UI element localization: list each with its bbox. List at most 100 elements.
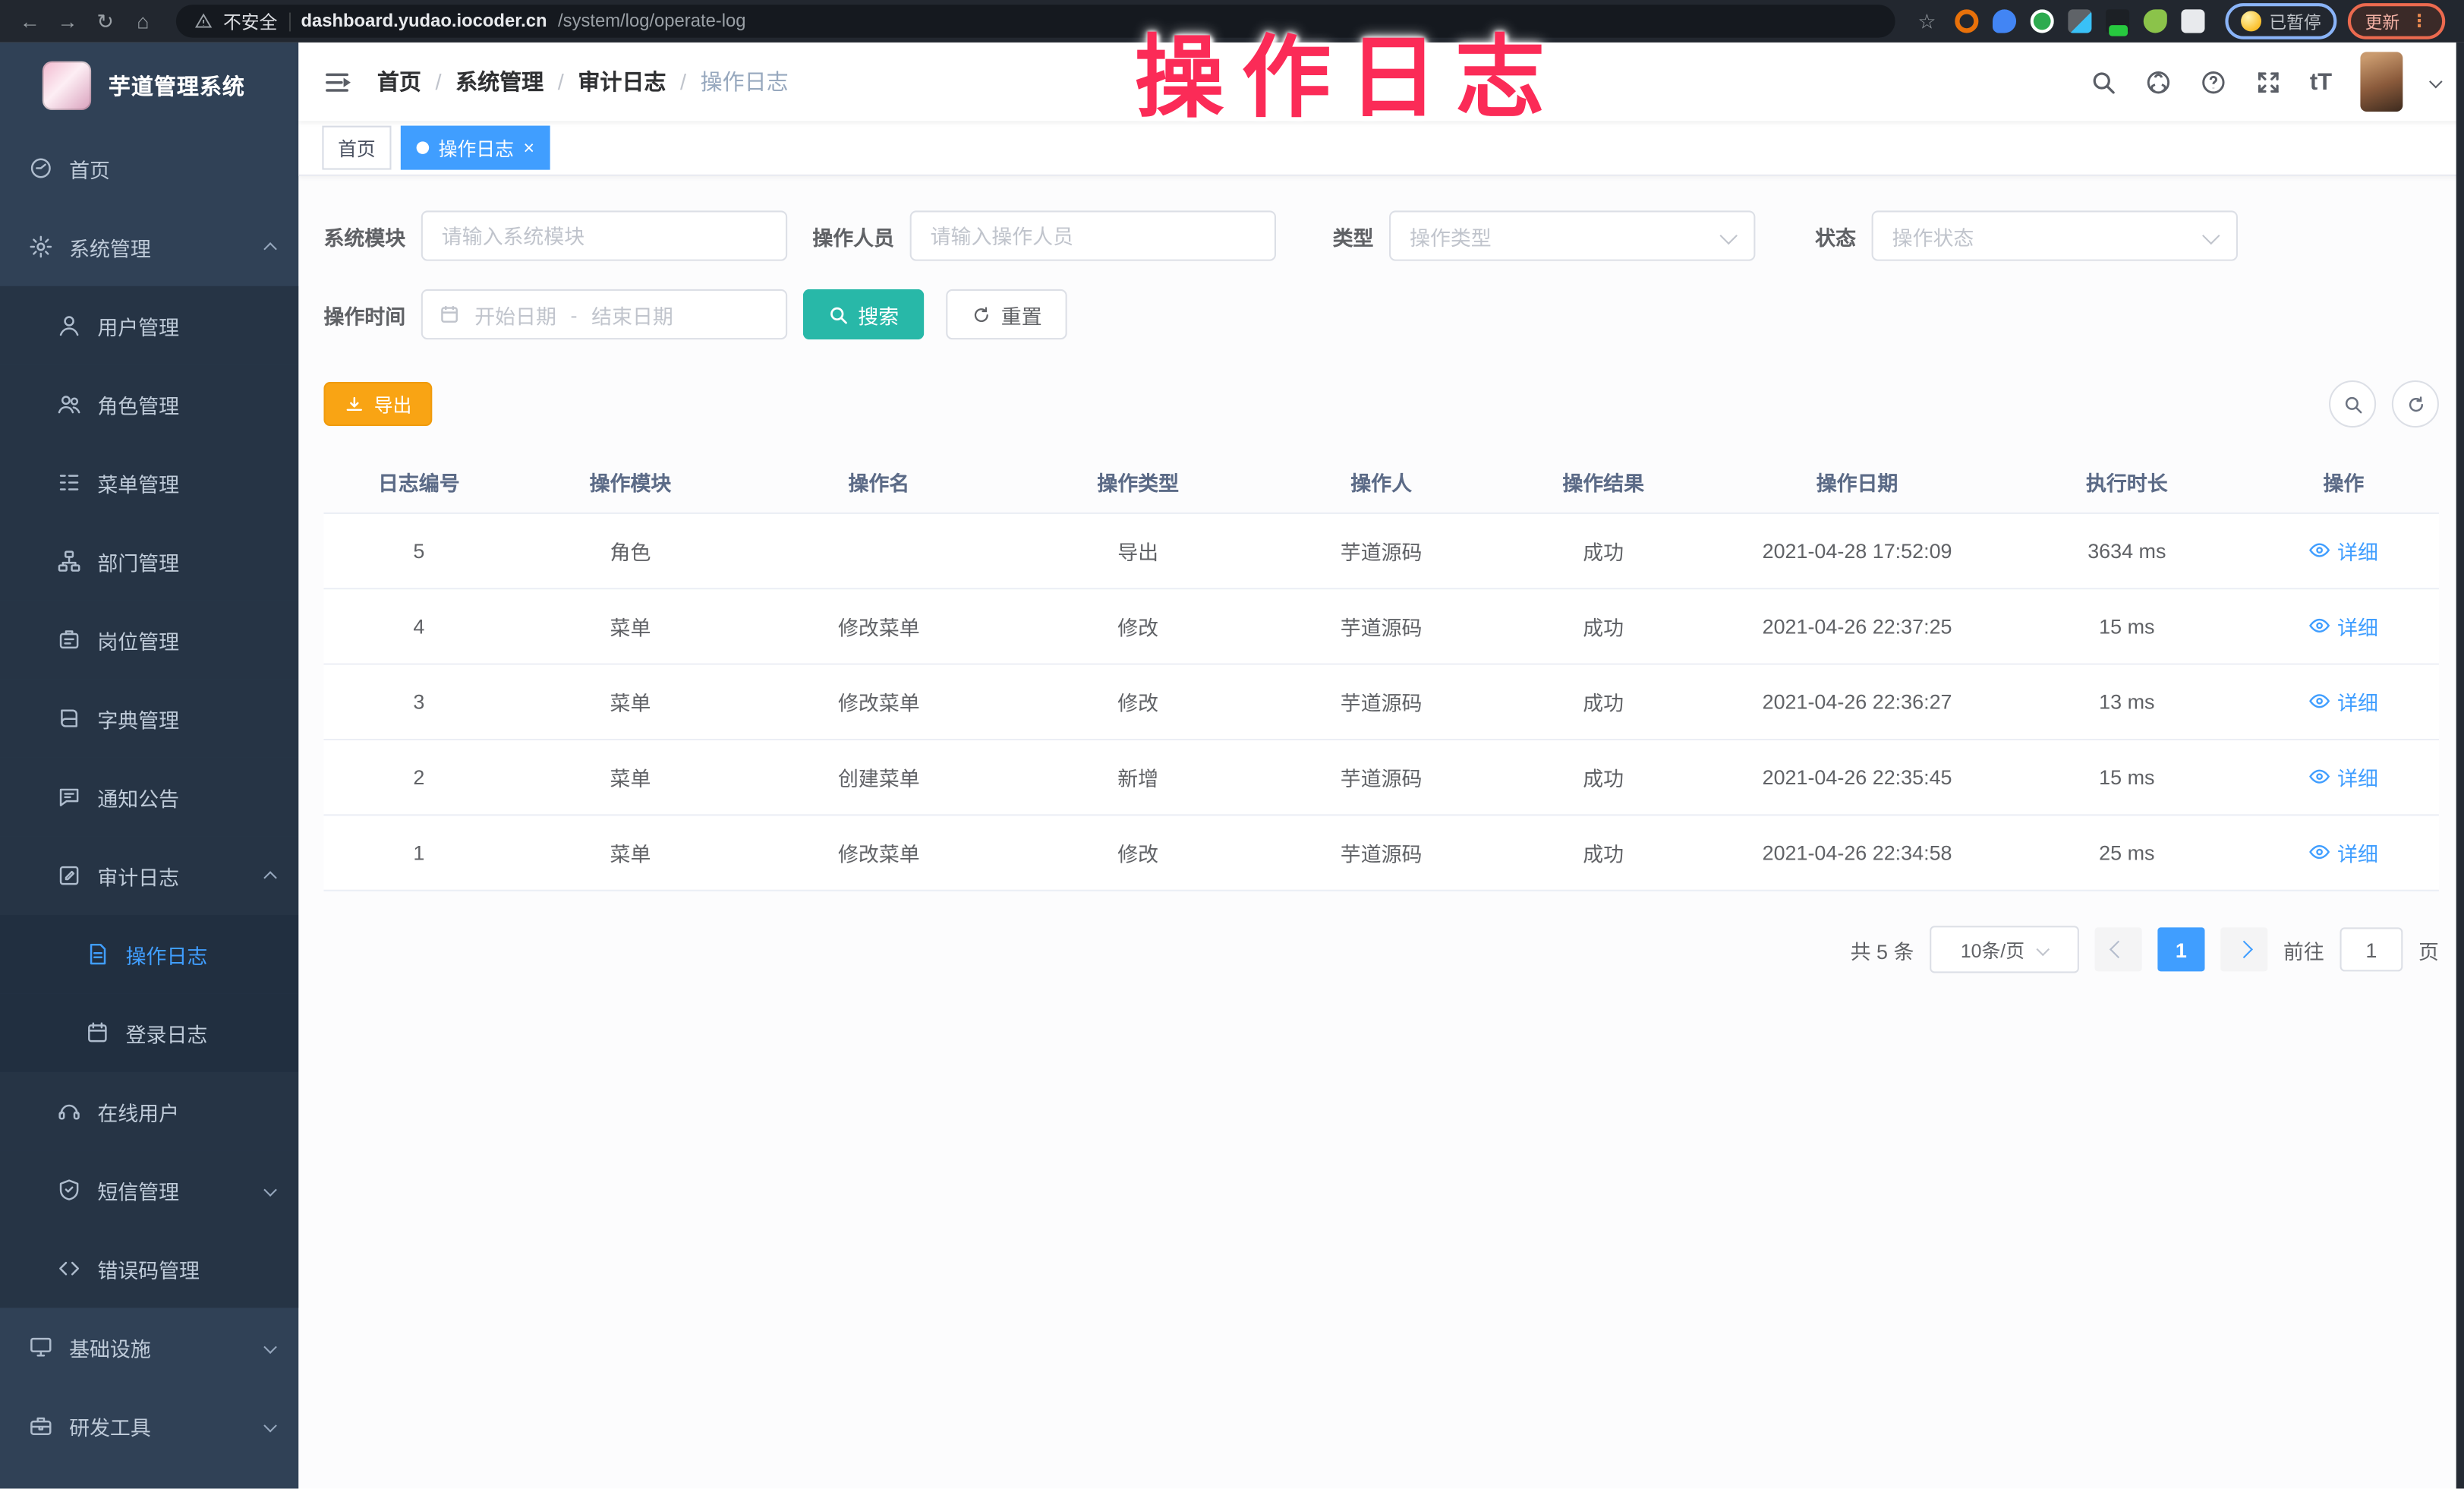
table-cell: 修改菜单 [747, 838, 1011, 867]
sidebar-item-posts[interactable]: 岗位管理 [0, 601, 298, 680]
emoji-avatar-icon [2241, 11, 2261, 31]
table-cell: 成功 [1498, 611, 1709, 641]
sidebar-item-menus[interactable]: 菜单管理 [0, 443, 298, 522]
sidebar-item-system[interactable]: 系统管理 [0, 207, 298, 286]
browser-update-button[interactable]: 更新 ⋮ [2348, 3, 2445, 39]
extension-leaf-icon[interactable] [2144, 9, 2167, 33]
table-cell: 2021-04-28 17:52:09 [1709, 539, 2006, 563]
address-bar[interactable]: 不安全 dashboard.yudao.iocoder.cn /system/l… [176, 5, 1896, 37]
extension-green-icon[interactable] [2031, 9, 2054, 33]
page-size-select[interactable]: 10条/页 [1930, 926, 2079, 973]
table-cell: 15 ms [2006, 614, 2248, 638]
sidebar-item-users[interactable]: 用户管理 [0, 286, 298, 365]
current-page-button[interactable]: 1 [2157, 927, 2204, 971]
browser-reload-icon[interactable]: ↻ [88, 0, 123, 43]
prev-page-button[interactable] [2095, 927, 2142, 971]
sidebar-item-departments[interactable]: 部门管理 [0, 522, 298, 601]
table-cell: 修改 [1011, 611, 1265, 641]
browser-back-icon[interactable]: ← [13, 0, 48, 43]
table-tools [2329, 380, 2439, 427]
type-select[interactable]: 操作类型 [1389, 210, 1755, 260]
tag-active[interactable]: 操作日志 × [401, 126, 550, 170]
tag-label: 操作日志 [439, 134, 514, 161]
sidebar-item-label: 岗位管理 [97, 625, 179, 655]
detail-link[interactable]: 详细 [2309, 686, 2378, 716]
sidebar-item-devtools[interactable]: 研发工具 [0, 1386, 298, 1465]
search-icon[interactable] [2090, 68, 2116, 95]
profile-paused-badge[interactable]: 已暂停 [2225, 3, 2336, 39]
date-range-picker[interactable]: 开始日期 - 结束日期 [421, 289, 787, 339]
export-button[interactable]: 导出 [323, 382, 432, 426]
table-cell: 菜单 [514, 687, 746, 717]
table-cell-actions: 详细 [2248, 611, 2439, 642]
browser-home-icon[interactable]: ⌂ [126, 0, 161, 43]
table-cell: 菜单 [514, 762, 746, 792]
url-host: dashboard.yudao.iocoder.cn [301, 12, 547, 31]
tag-item[interactable]: 首页 [322, 126, 391, 170]
table-cell: 菜单 [514, 611, 746, 641]
status-label: 状态 [1815, 221, 1856, 251]
detail-link[interactable]: 详细 [2309, 535, 2378, 565]
avatar-caret-icon[interactable] [2431, 77, 2440, 86]
font-size-icon[interactable]: tT [2310, 68, 2332, 95]
sidebar-item-dictionaries[interactable]: 字典管理 [0, 679, 298, 758]
extension-twotone-icon[interactable] [2068, 9, 2091, 33]
search-button[interactable]: 搜索 [803, 289, 924, 339]
help-icon[interactable] [2200, 68, 2226, 95]
next-page-button[interactable] [2220, 927, 2267, 971]
column-header: 操作人 [1265, 466, 1497, 496]
sidebar-item-infrastructure[interactable]: 基础设施 [0, 1308, 298, 1386]
sidebar-item-home[interactable]: 首页 [0, 129, 298, 208]
sidebar-item-operate-log[interactable]: 操作日志 [0, 915, 298, 994]
extensions-puzzle-icon[interactable] [2181, 9, 2204, 33]
not-secure-warning-icon [195, 13, 213, 30]
status-select[interactable]: 操作状态 [1872, 210, 2238, 260]
sidebar-item-label: 系统管理 [69, 232, 151, 261]
window-scrollbar[interactable] [2456, 43, 2464, 1489]
tag-close-icon[interactable]: × [523, 138, 534, 157]
reset-button-label: 重置 [1001, 299, 1042, 329]
sidebar-item-roles[interactable]: 角色管理 [0, 364, 298, 443]
module-input[interactable] [421, 210, 787, 260]
breadcrumb-item[interactable]: 首页 [377, 66, 421, 97]
goto-label: 前往 [2283, 935, 2324, 964]
detail-link[interactable]: 详细 [2309, 838, 2378, 867]
extension-drop-icon[interactable] [1993, 9, 2016, 33]
detail-link[interactable]: 详细 [2309, 611, 2378, 641]
sidebar-item-online-users[interactable]: 在线用户 [0, 1072, 298, 1151]
operate-log-table: 日志编号操作模块操作名操作类型操作人操作结果操作日期执行时长操作 5角色导出芋道… [323, 450, 2438, 891]
sidebar-item-notices[interactable]: 通知公告 [0, 758, 298, 837]
github-icon[interactable] [2144, 68, 2171, 95]
breadcrumb-item[interactable]: 审计日志 [578, 66, 666, 97]
user-avatar[interactable] [2360, 52, 2403, 112]
sidebar-item-audit-log[interactable]: 审计日志 [0, 836, 298, 915]
column-header: 操作名 [747, 466, 1011, 496]
extension-on-badge-icon[interactable] [2106, 9, 2129, 33]
sidebar-item-label: 在线用户 [97, 1096, 179, 1126]
sidebar-item-sms[interactable]: 短信管理 [0, 1150, 298, 1229]
bookmark-star-icon[interactable]: ☆ [1917, 8, 1936, 33]
detail-link-label: 详细 [2337, 686, 2378, 716]
search-button-label: 搜索 [858, 299, 899, 329]
column-header: 操作结果 [1498, 466, 1709, 496]
column-header: 执行时长 [2006, 466, 2248, 496]
sidebar-item-login-log[interactable]: 登录日志 [0, 993, 298, 1072]
role-icon [57, 391, 82, 416]
reset-button[interactable]: 重置 [946, 289, 1067, 339]
extension-orange-icon[interactable] [1955, 9, 1978, 33]
sidebar-item-label: 错误码管理 [97, 1254, 200, 1283]
breadcrumb-item[interactable]: 系统管理 [455, 66, 544, 97]
sidebar-item-error-codes[interactable]: 错误码管理 [0, 1229, 298, 1308]
refresh-icon-button[interactable] [2392, 380, 2439, 427]
app-logo-row[interactable]: 芋道管理系统 [0, 43, 298, 129]
table-cell: 2021-04-26 22:34:58 [1709, 841, 2006, 865]
browser-menu-kebab-icon[interactable]: ⋮ [2411, 11, 2428, 31]
operator-input[interactable] [910, 210, 1276, 260]
fullscreen-icon[interactable] [2254, 68, 2281, 95]
goto-page-input[interactable] [2340, 927, 2403, 971]
main-area: 首页/系统管理/审计日志/操作日志 tT [298, 43, 2464, 1489]
hide-search-icon-button[interactable] [2329, 380, 2376, 427]
detail-link[interactable]: 详细 [2309, 762, 2378, 792]
sidebar-collapse-icon[interactable] [322, 68, 351, 95]
browser-forward-icon[interactable]: → [50, 0, 85, 43]
